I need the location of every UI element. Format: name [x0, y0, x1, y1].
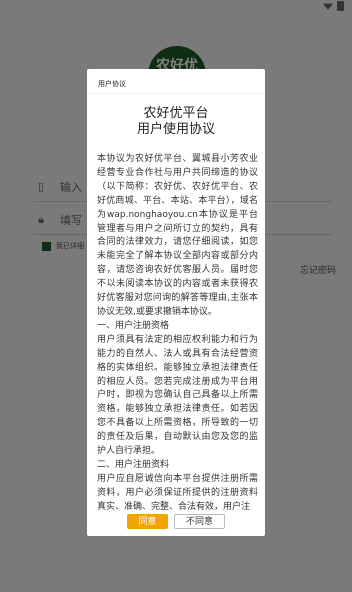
agreement-section-heading: 二、用户注册资料 — [97, 459, 170, 470]
agreement-paragraph: 用户应自愿诚信向本平台提供注册所需资料，用户必须保证所提供的注册资料真实、准确、… — [97, 473, 258, 512]
disagree-button[interactable]: 不同意 — [174, 514, 225, 529]
agreement-paragraph: 用户须具有法定的相应权利能力和行为能力的自然人、法人或具有合法经营资格的实体组织… — [97, 334, 258, 457]
dialog-divider — [87, 93, 265, 94]
agreement-heading-line2: 用户使用协议 — [136, 122, 215, 137]
agreement-body-scroll[interactable]: 本协议为农好优平台、翼城县小芳农业经营专业合作社与用户共同缔造的协议（以下简称：… — [97, 153, 258, 514]
user-agreement-dialog: 用户协议 农好优平台 用户使用协议 本协议为农好优平台、翼城县小芳农业经营专业合… — [87, 69, 265, 536]
agree-button[interactable]: 同意 — [127, 514, 168, 529]
agreement-heading: 农好优平台 用户使用协议 — [87, 106, 265, 138]
dialog-title: 用户协议 — [98, 80, 126, 88]
agreement-paragraph: 本协议为农好优平台、翼城县小芳农业经营专业合作社与用户共同缔造的协议（以下简称：… — [97, 154, 258, 317]
dialog-button-row: 同意 不同意 — [87, 514, 265, 529]
agreement-heading-line1: 农好优平台 — [143, 106, 209, 121]
agreement-section-heading: 一、用户注册资格 — [97, 320, 170, 331]
